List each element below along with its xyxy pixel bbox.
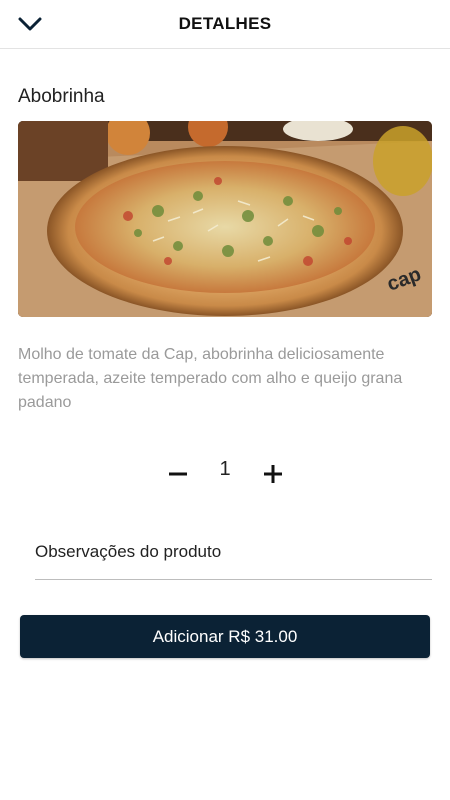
product-notes-input[interactable] <box>35 534 432 570</box>
product-name: Abobrinha <box>18 86 105 107</box>
quantity-stepper: 1 <box>0 455 450 495</box>
decrease-quantity-button[interactable] <box>163 459 193 489</box>
product-image: cap <box>18 121 432 317</box>
plus-icon <box>264 465 282 483</box>
page-title: DETALHES <box>178 14 272 33</box>
minus-icon <box>169 472 187 476</box>
app-header: DETALHES <box>0 0 450 49</box>
quantity-value: 1 <box>219 458 231 480</box>
increase-quantity-button[interactable] <box>258 459 288 489</box>
product-description: Molho de tomate da Cap, abobrinha delici… <box>18 346 403 411</box>
notes-field-container <box>35 534 432 580</box>
add-to-cart-button[interactable]: Adicionar R$ 31.00 <box>20 615 430 658</box>
